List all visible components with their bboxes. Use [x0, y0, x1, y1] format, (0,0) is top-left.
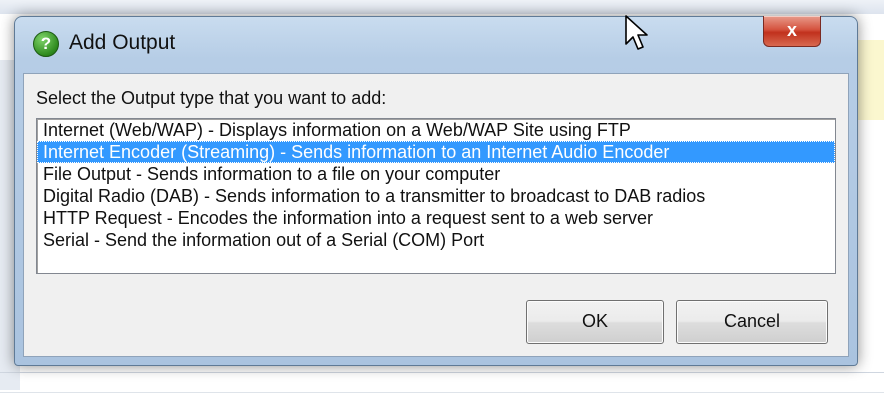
output-type-listbox[interactable]: Internet (Web/WAP) - Displays informatio… [36, 118, 836, 274]
add-output-dialog: ? Add Output x Select the Output type th… [14, 16, 858, 366]
output-type-option[interactable]: HTTP Request - Encodes the information i… [37, 207, 835, 229]
dialog-client-area: Select the Output type that you want to … [23, 73, 849, 357]
dialog-title: Add Output [69, 31, 176, 54]
ok-button[interactable]: OK [526, 300, 664, 344]
close-button[interactable]: x [763, 16, 821, 47]
background-divider [0, 392, 884, 393]
background-divider [0, 372, 884, 373]
output-type-option[interactable]: Serial - Send the information out of a S… [37, 229, 835, 251]
dialog-titlebar[interactable]: ? Add Output x [15, 16, 857, 71]
output-type-prompt: Select the Output type that you want to … [36, 88, 387, 108]
mouse-cursor-icon [625, 15, 648, 50]
question-icon: ? [33, 31, 59, 57]
output-type-option[interactable]: Digital Radio (DAB) - Sends information … [37, 185, 835, 207]
close-icon: x [786, 20, 797, 40]
output-type-option[interactable]: Internet (Web/WAP) - Displays informatio… [37, 119, 835, 141]
output-type-option[interactable]: File Output - Sends information to a fil… [37, 163, 835, 185]
output-type-option[interactable]: Internet Encoder (Streaming) - Sends inf… [37, 141, 835, 163]
background-toolbar [0, 0, 884, 14]
cancel-button[interactable]: Cancel [676, 300, 828, 344]
